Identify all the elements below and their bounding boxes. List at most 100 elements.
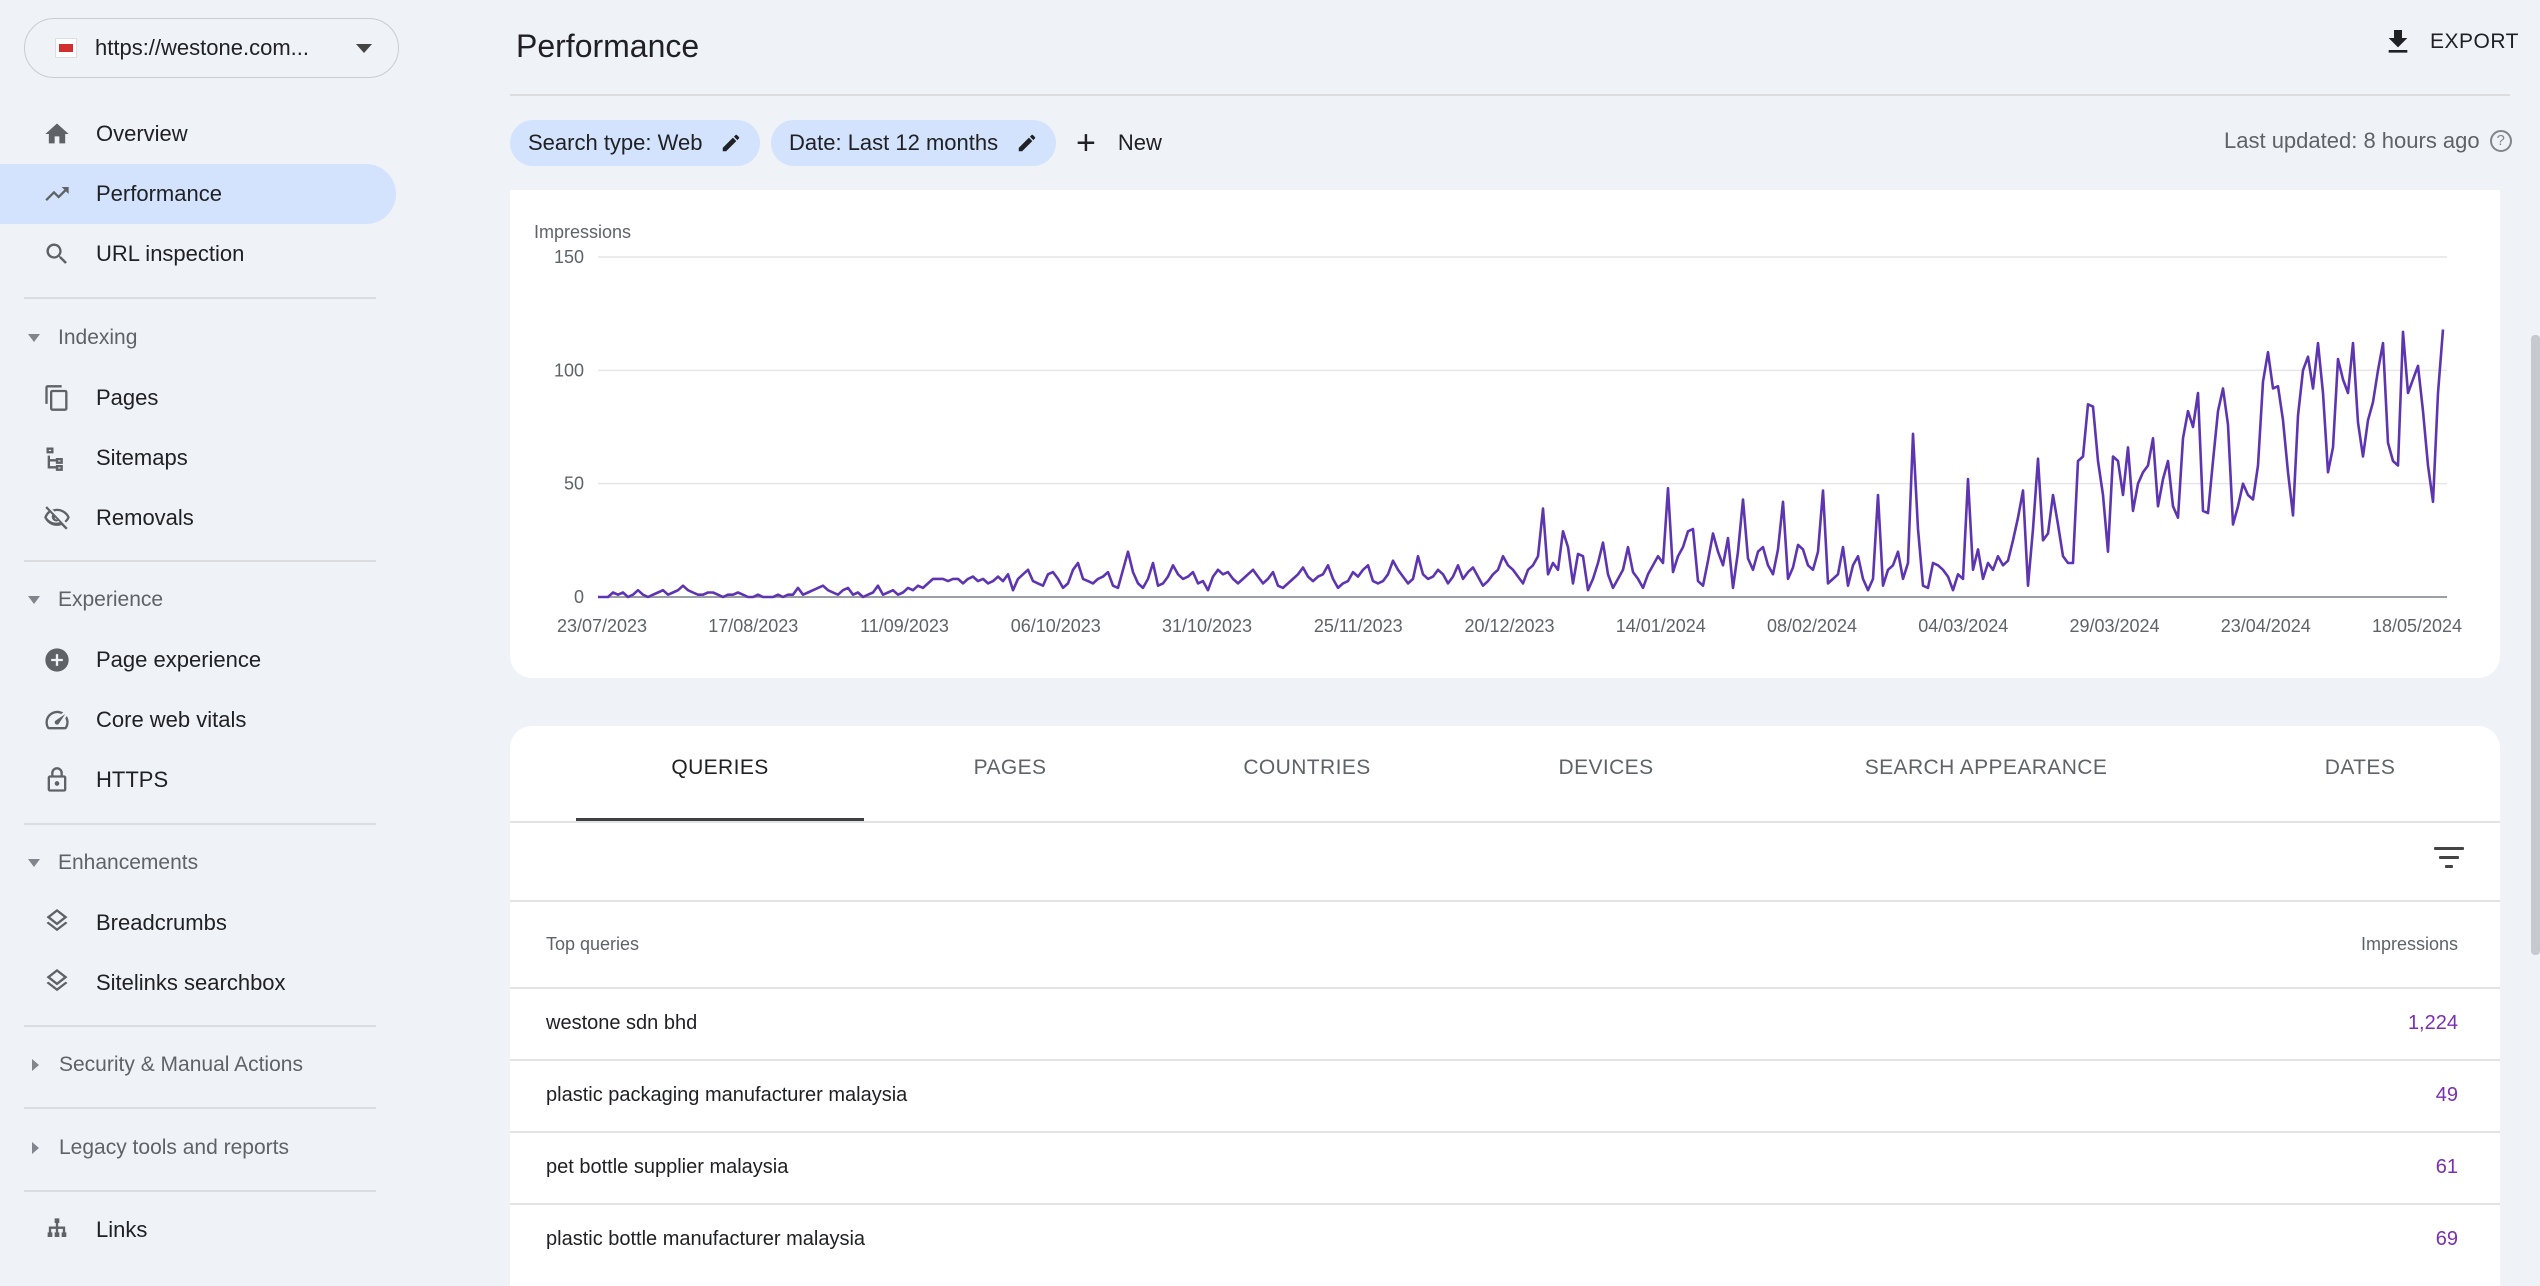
column-header-impressions[interactable]: Impressions (2361, 934, 2458, 955)
sidebar-item-performance[interactable]: Performance (0, 164, 396, 224)
y-tick-label: 150 (554, 247, 584, 267)
search-icon (42, 239, 72, 269)
table-row[interactable]: pet bottle supplier malaysia 61 (510, 1132, 2500, 1203)
impressions-chart: Impressions 0 50 100 150 23/07/2023 17/08/2023… (534, 222, 2462, 636)
column-header-query[interactable]: Top queries (546, 934, 639, 955)
performance-chart-card: Impressions 0 50 100 150 23/07/2023 17/08/2023… (510, 190, 2500, 678)
sidebar-item-label: Page experience (96, 647, 262, 672)
trending-up-icon (42, 179, 72, 209)
expand-less-icon (28, 334, 40, 342)
sidebar-item-links[interactable]: Links (0, 1200, 396, 1260)
chip-label: Date: Last 12 months (789, 130, 999, 155)
x-tick-label: 18/05/2024 (2372, 616, 2462, 636)
section-security[interactable]: Security & Manual Actions (28, 1053, 303, 1077)
sidebar-item-https[interactable]: HTTPS (0, 750, 396, 810)
query-cell: plastic packaging manufacturer malaysia (546, 1084, 908, 1106)
sidebar-divider (24, 1025, 376, 1027)
sidebar-item-url-inspection[interactable]: URL inspection (0, 224, 396, 284)
dimension-table-card: QUERIES PAGES COUNTRIES DEVICES SEARCH A… (510, 726, 2500, 1286)
chip-label: Search type: Web (528, 130, 703, 155)
sidebar-item-overview[interactable]: Overview (0, 104, 396, 164)
sidebar-item-label: HTTPS (96, 767, 169, 792)
section-title: Indexing (58, 326, 138, 349)
sidebar-divider (24, 560, 376, 562)
export-label: EXPORT (2430, 30, 2519, 53)
tab-pages[interactable]: PAGES (908, 756, 1112, 780)
tab-countries[interactable]: COUNTRIES (1184, 756, 1430, 780)
sidebar-item-label: Sitemaps (96, 445, 188, 470)
page-scrollbar[interactable] (2531, 335, 2540, 955)
expand-less-icon (28, 596, 40, 604)
sidebar-divider (24, 297, 376, 299)
sidebar-item-core-web-vitals[interactable]: Core web vitals (0, 690, 396, 750)
sidebar-item-label: Breadcrumbs (96, 910, 227, 935)
header-divider (510, 94, 2510, 96)
property-selector[interactable]: https://westone.com... (24, 18, 399, 78)
tab-queries[interactable]: QUERIES (616, 756, 824, 780)
x-tick-label: 04/03/2024 (1918, 616, 2008, 636)
tabs-divider (510, 821, 2500, 823)
sidebar-item-pages[interactable]: Pages (0, 368, 396, 428)
help-icon[interactable]: ? (2489, 130, 2512, 152)
sidebar: https://westone.com... Overview Performa… (0, 0, 406, 1271)
sidebar-item-label: Overview (96, 121, 188, 146)
x-tick-label: 14/01/2024 (1616, 616, 1706, 636)
x-tick-label: 23/04/2024 (2221, 616, 2311, 636)
search-type-chip[interactable]: Search type: Web (510, 120, 761, 166)
expand-more-icon (32, 1142, 39, 1154)
expand-more-icon (32, 1059, 39, 1071)
site-favicon-icon (55, 38, 77, 58)
page-title: Performance (516, 28, 700, 64)
x-tick-label: 29/03/2024 (2069, 616, 2159, 636)
table-row[interactable]: plastic packaging manufacturer malaysia … (510, 1060, 2500, 1131)
layers-icon (42, 908, 72, 938)
sidebar-item-label: URL inspection (96, 241, 245, 266)
x-tick-label: 23/07/2023 (557, 616, 647, 636)
sidebar-item-sitelinks-searchbox[interactable]: Sitelinks searchbox (0, 953, 396, 1013)
y-tick-label: 50 (564, 474, 584, 494)
sidebar-divider (24, 823, 376, 825)
expand-less-icon (28, 859, 40, 867)
plus-icon: + (1076, 124, 1096, 162)
query-cell: pet bottle supplier malaysia (546, 1156, 789, 1178)
edit-icon (723, 134, 740, 152)
export-button[interactable]: EXPORT (2382, 26, 2519, 58)
sidebar-item-label: Performance (96, 181, 222, 206)
x-tick-label: 17/08/2023 (708, 616, 798, 636)
sidebar-divider (24, 1107, 376, 1109)
date-chip[interactable]: Date: Last 12 months (771, 120, 1057, 166)
section-legacy[interactable]: Legacy tools and reports (28, 1136, 289, 1160)
table-row[interactable]: westone sdn bhd 1,224 (510, 988, 2500, 1059)
sidebar-item-sitemaps[interactable]: Sitemaps (0, 428, 396, 488)
last-updated-text: Last updated: 8 hours ago (2224, 128, 2480, 153)
last-updated-status: Last updated: 8 hours ago ? (2224, 128, 2512, 154)
sidebar-divider (24, 1190, 376, 1192)
x-tick-label: 08/02/2024 (1767, 616, 1857, 636)
tab-dates[interactable]: DATES (2266, 756, 2454, 780)
sidebar-item-removals[interactable]: Removals (0, 488, 396, 548)
layers-icon (42, 968, 72, 998)
section-enhancements[interactable]: Enhancements (28, 851, 198, 875)
query-cell: plastic bottle manufacturer malaysia (546, 1228, 866, 1250)
filter-list-icon[interactable] (2434, 844, 2466, 872)
tab-search-appearance[interactable]: SEARCH APPEARANCE (1784, 756, 2188, 780)
y-axis-title: Impressions (534, 222, 631, 242)
new-filter-button[interactable]: + New (1076, 122, 1162, 164)
sidebar-item-label: Sitelinks searchbox (96, 970, 286, 995)
section-indexing[interactable]: Indexing (28, 326, 137, 350)
download-icon (2388, 30, 2408, 53)
sidebar-item-page-experience[interactable]: Page experience (0, 630, 396, 690)
section-title: Experience (58, 588, 164, 611)
section-experience[interactable]: Experience (28, 588, 163, 612)
tab-devices[interactable]: DEVICES (1506, 756, 1706, 780)
sidebar-item-label: Core web vitals (96, 707, 247, 732)
impressions-cell: 1,224 (2407, 1012, 2458, 1034)
query-cell: westone sdn bhd (546, 1012, 698, 1034)
sidebar-item-breadcrumbs[interactable]: Breadcrumbs (0, 893, 396, 953)
links-icon (42, 1215, 72, 1245)
impressions-cell: 61 (2435, 1156, 2458, 1178)
sitemap-icon (42, 443, 72, 473)
speed-icon (42, 705, 72, 735)
y-tick-label: 100 (554, 360, 584, 380)
table-row[interactable]: plastic bottle manufacturer malaysia 69 (510, 1204, 2500, 1275)
